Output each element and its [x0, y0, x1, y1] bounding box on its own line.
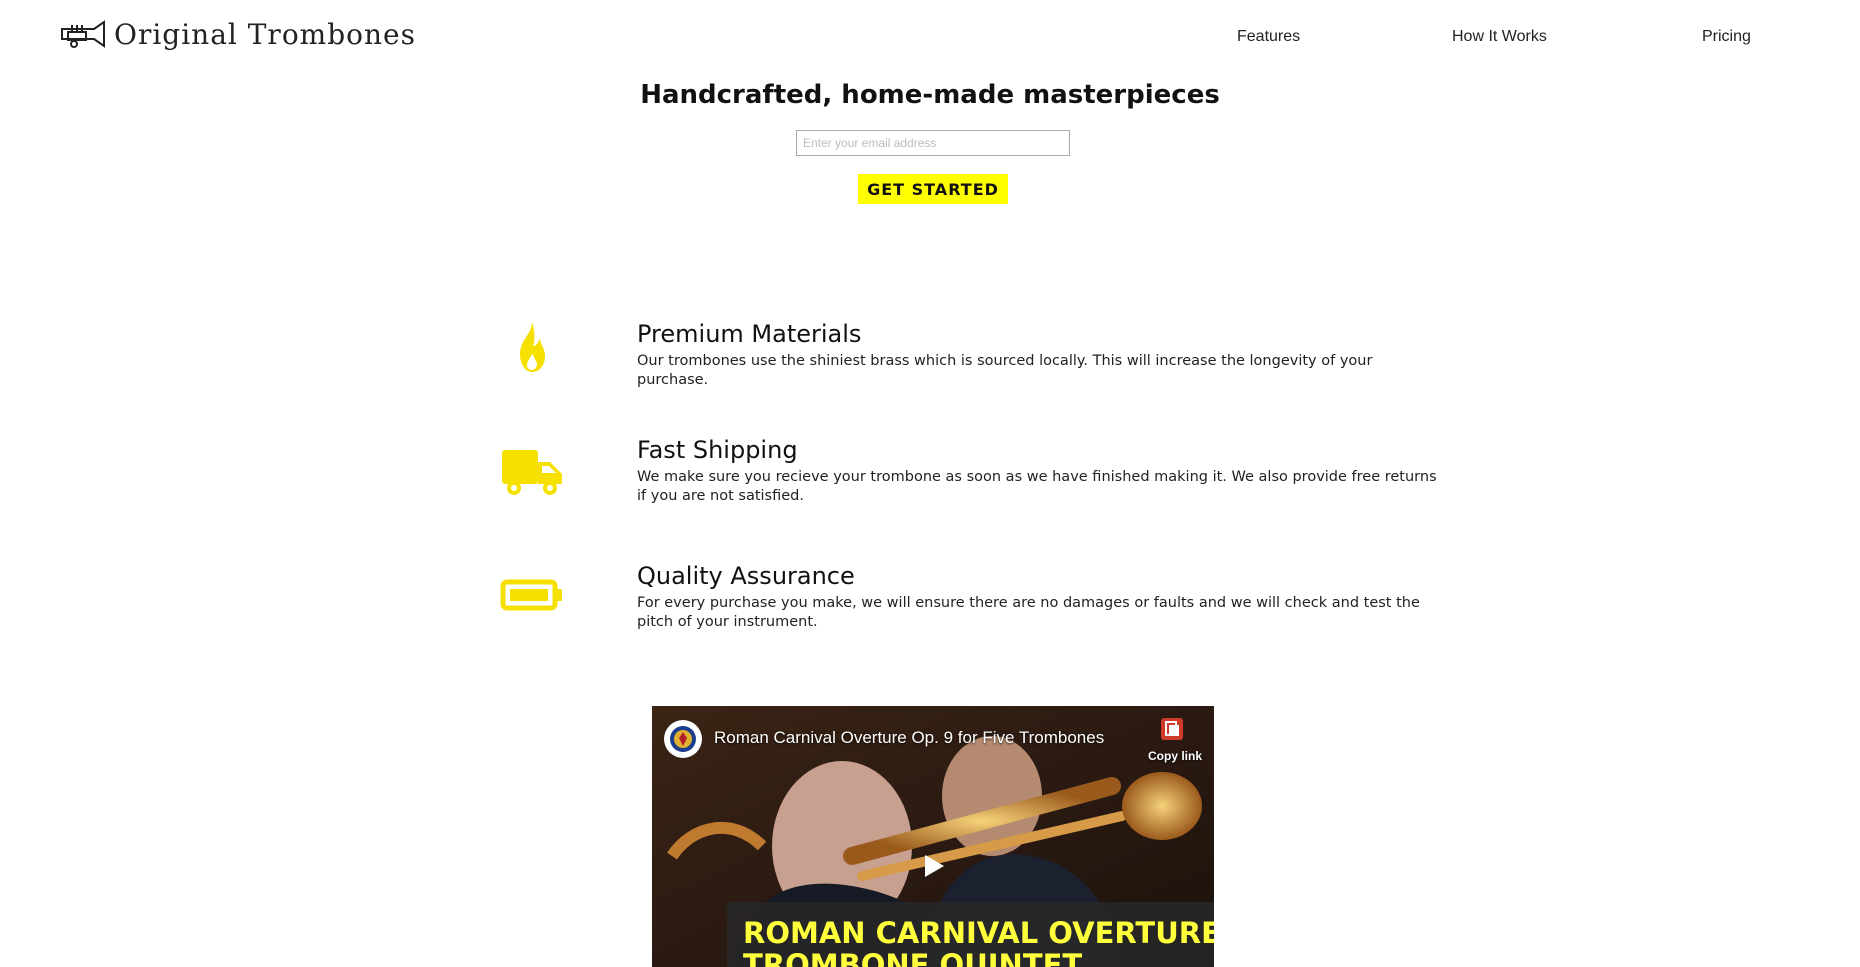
play-button[interactable]: [914, 846, 954, 886]
feature-description: Our trombones use the shiniest brass whi…: [637, 353, 1373, 388]
feature-title: Fast Shipping: [637, 436, 798, 464]
play-icon: [925, 855, 944, 877]
email-input[interactable]: [796, 130, 1070, 156]
brand-name: Original Trombones: [114, 18, 416, 51]
copy-link-button[interactable]: Copy link: [1148, 716, 1203, 763]
channel-emblem-icon: [670, 726, 696, 752]
trumpet-icon: [61, 19, 105, 48]
video-title[interactable]: Roman Carnival Overture Op. 9 for Five T…: [714, 728, 1104, 748]
nav-link-features[interactable]: Features: [1237, 28, 1300, 46]
copy-link-label: Copy link: [1148, 749, 1203, 763]
landing-page: Original Trombones Features How It Works…: [0, 0, 1860, 967]
feature-title: Premium Materials: [637, 320, 862, 348]
channel-avatar[interactable]: [664, 720, 702, 758]
feature-description: We make sure you recieve your trombone a…: [637, 469, 1437, 504]
nav-link-pricing[interactable]: Pricing: [1702, 28, 1751, 46]
copy-link-icon: [1161, 718, 1183, 740]
video-embed[interactable]: Roman Carnival Overture Op. 9 for Five T…: [652, 706, 1214, 967]
banner-line-1: ROMAN CARNIVAL OVERTURE: [743, 916, 1214, 950]
nav-link-how-it-works[interactable]: How It Works: [1452, 28, 1547, 46]
battery-icon: [500, 579, 562, 611]
truck-icon: [502, 450, 562, 495]
brand-logo[interactable]: Original Trombones: [60, 18, 416, 51]
feature-description: For every purchase you make, we will ens…: [637, 595, 1420, 630]
feature-title: Quality Assurance: [637, 562, 855, 590]
video-banner: ROMAN CARNIVAL OVERTURE TROMBONE QUINTET: [727, 902, 1214, 967]
get-started-button[interactable]: GET STARTED: [858, 174, 1008, 204]
banner-line-2: TROMBONE QUINTET: [743, 948, 1083, 967]
hero-title: Handcrafted, home-made masterpieces: [640, 80, 1220, 110]
fire-icon: [520, 322, 545, 372]
